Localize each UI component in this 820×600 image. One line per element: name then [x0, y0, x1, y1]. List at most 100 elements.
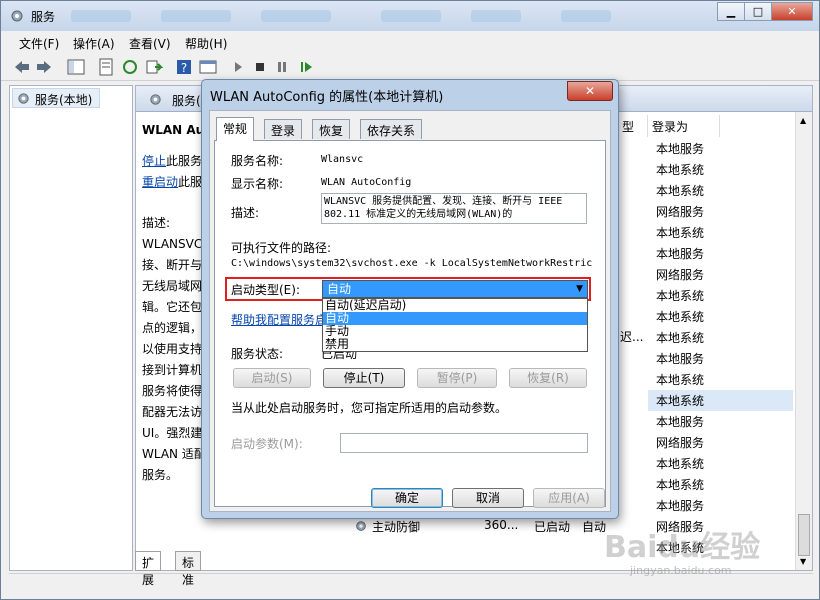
tab-extended[interactable]: 扩展 [135, 551, 162, 587]
table-row[interactable]: 本地服务 [648, 411, 793, 432]
export-icon[interactable] [145, 58, 163, 76]
window-title: 服务 [31, 10, 56, 24]
vertical-scrollbar[interactable]: ▲ ▼ [795, 112, 812, 570]
startup-type-select[interactable]: 自动 ▼ [322, 280, 588, 298]
forward-arrow-icon[interactable] [35, 58, 53, 76]
menu-view[interactable]: 查看(V) [129, 35, 171, 52]
table-row[interactable]: 本地系统 [648, 159, 793, 180]
resume-button[interactable]: 恢复(R) [509, 368, 587, 388]
stop-link-suffix: 此服务 [166, 154, 203, 168]
table-row[interactable]: 本地系统 [648, 369, 793, 390]
dialog-close-button[interactable]: ✕ [567, 81, 613, 101]
refresh-icon[interactable] [121, 58, 139, 76]
back-arrow-icon[interactable] [13, 58, 31, 76]
maximize-button[interactable]: □ [744, 2, 772, 21]
stop-button[interactable]: 停止(T) [323, 368, 405, 388]
option-auto[interactable]: 自动 [323, 312, 587, 325]
service-gear-icon [356, 521, 366, 531]
start-service-icon[interactable] [229, 58, 247, 76]
row-desc: 360... [484, 518, 519, 532]
description-label: 描述: [231, 206, 260, 220]
watermark-logo: Baidu经验 [604, 530, 761, 565]
menu-help[interactable]: 帮助(H) [185, 35, 227, 52]
display-name-value: WLAN AutoConfig [321, 177, 412, 188]
pause-button[interactable]: 暂停(P) [417, 368, 497, 388]
cancel-button[interactable]: 取消 [452, 488, 524, 508]
startup-type-dropdown: 自动(延迟启动) 自动 手动 禁用 [322, 298, 588, 352]
tab-recovery[interactable]: 恢复 [312, 119, 351, 139]
table-row[interactable]: 本地服务 [648, 348, 793, 369]
column-logon-as[interactable]: 登录为 [648, 115, 720, 137]
dialog-title: WLAN AutoConfig 的属性(本地计算机) [210, 90, 444, 105]
show-tree-icon[interactable] [67, 58, 85, 76]
svg-text:?: ? [181, 61, 187, 75]
scrollbar-thumb[interactable] [798, 514, 810, 556]
restart-service-icon[interactable] [297, 58, 315, 76]
option-auto-delayed[interactable]: 自动(延迟启动) [323, 299, 587, 312]
tree-pane: 服务(本地) [9, 85, 133, 571]
blurred-taskbar-item [71, 10, 131, 22]
description-box[interactable]: WLANSVC 服务提供配置、发现、连接、断开与 IEEE 802.11 标准定… [321, 193, 587, 224]
table-row[interactable]: 本地系统 [648, 453, 793, 474]
properties-icon[interactable] [97, 58, 115, 76]
table-row[interactable]: 网络服务 [648, 264, 793, 285]
scroll-down-icon[interactable]: ▼ [800, 557, 806, 566]
table-row[interactable]: 本地服务 [648, 243, 793, 264]
table-row[interactable]: 网络服务 [648, 201, 793, 222]
startup-param-input[interactable] [340, 433, 588, 453]
menu-file[interactable]: 文件(F) [19, 35, 59, 52]
console-icon[interactable] [199, 58, 217, 76]
tab-dependencies[interactable]: 依存关系 [360, 119, 423, 139]
restart-service-link[interactable]: 重启动 [142, 175, 178, 189]
close-button[interactable]: ✕ [771, 2, 813, 21]
table-row[interactable]: 本地系统 [648, 474, 793, 495]
ok-button[interactable]: 确定 [371, 488, 443, 508]
table-row[interactable]: 本地系统 [648, 285, 793, 306]
table-row-selected[interactable]: 本地系统 [648, 390, 793, 411]
table-row[interactable]: 本地系统 [648, 306, 793, 327]
table-row[interactable]: 本地系统 [648, 222, 793, 243]
exe-path-label: 可执行文件的路径: [231, 241, 332, 255]
menu-bar: 文件(F) 操作(A) 查看(V) 帮助(H) [1, 32, 819, 52]
pause-service-icon[interactable] [273, 58, 291, 76]
properties-dialog: WLAN AutoConfig 的属性(本地计算机) ✕ 常规 登录 恢复 依存… [201, 79, 619, 519]
tab-general[interactable]: 常规 [216, 117, 255, 141]
start-button[interactable]: 启动(S) [233, 368, 311, 388]
scroll-up-icon[interactable]: ▲ [800, 116, 806, 125]
service-name-label: 服务名称: [231, 154, 284, 168]
logon-column: 本地服务 本地系统 本地系统 网络服务 本地系统 本地服务 网络服务 本地系统 … [648, 138, 793, 558]
table-row[interactable]: 本地系统 [648, 327, 793, 348]
blurred-taskbar-item [471, 10, 521, 22]
services-gear-icon [18, 93, 29, 104]
help-icon[interactable]: ? [175, 58, 193, 76]
tab-standard[interactable]: 标准 [175, 551, 202, 587]
option-disabled[interactable]: 禁用 [323, 338, 587, 351]
table-row[interactable]: 网络服务 [648, 432, 793, 453]
table-row[interactable]: 本地系统 [648, 180, 793, 201]
startup-type-label: 启动类型(E): [231, 283, 300, 297]
stop-service-link[interactable]: 停止 [142, 154, 166, 168]
blurred-taskbar-item [261, 10, 331, 22]
apply-button[interactable]: 应用(A) [533, 488, 605, 508]
table-row[interactable]: 本地服务 [648, 138, 793, 159]
services-gear-icon [150, 94, 161, 105]
row-startup: 自动 [582, 520, 607, 534]
exe-path-value: C:\windows\system32\svchost.exe -k Local… [231, 258, 593, 269]
services-gear-icon [11, 10, 23, 22]
tree-item-services-local[interactable]: 服务(本地) [12, 88, 100, 108]
table-row[interactable]: 本地服务 [648, 495, 793, 516]
dialog-body: 常规 登录 恢复 依存关系 服务名称: Wlansvc 显示名称: WLAN A… [209, 110, 611, 512]
option-manual[interactable]: 手动 [323, 325, 587, 338]
column-startup-type[interactable]: 型 [618, 115, 648, 137]
stop-service-icon[interactable] [251, 58, 269, 76]
menu-action[interactable]: 操作(A) [73, 35, 115, 52]
chevron-down-icon[interactable]: ▼ [576, 281, 583, 297]
title-bar[interactable]: 服务 ▁ □ ✕ [1, 1, 819, 31]
minimize-button[interactable]: ▁ [717, 2, 745, 21]
tab-logon[interactable]: 登录 [264, 119, 303, 139]
partial-cell: 迟... [620, 330, 644, 344]
blurred-taskbar-item [161, 10, 231, 22]
help-configure-link[interactable]: 帮助我配置服务启 [231, 311, 327, 328]
blurred-taskbar-item [381, 10, 441, 22]
service-name-value: Wlansvc [321, 154, 364, 165]
